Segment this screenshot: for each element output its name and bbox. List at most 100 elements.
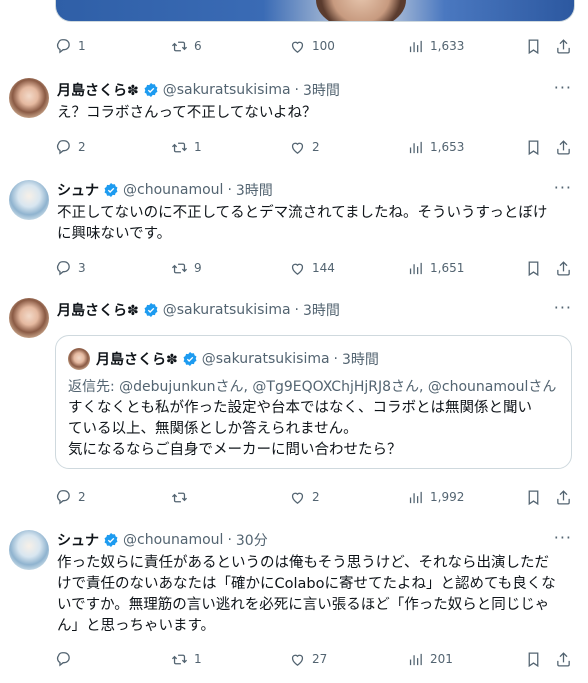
like-count: 144 xyxy=(312,261,335,275)
bookmark-button[interactable] xyxy=(525,137,542,157)
retweet-button[interactable] xyxy=(171,487,194,507)
like-count: 2 xyxy=(312,490,320,504)
share-icon xyxy=(557,651,570,667)
bookmark-button[interactable] xyxy=(525,649,542,669)
separator: · xyxy=(294,82,299,98)
separator: · xyxy=(227,532,232,548)
separator: · xyxy=(227,182,232,198)
like-icon xyxy=(291,263,304,275)
share-button[interactable] xyxy=(555,36,572,56)
bookmark-button[interactable] xyxy=(525,487,542,507)
share-button[interactable] xyxy=(555,487,572,507)
share-button[interactable] xyxy=(555,258,572,278)
bookmark-icon xyxy=(528,260,539,276)
like-icon xyxy=(291,492,304,504)
author-handle[interactable]: @chounamoul xyxy=(123,182,223,198)
views-button[interactable]: 1,992 xyxy=(407,487,464,507)
retweet-count: 1 xyxy=(194,140,202,154)
like-button[interactable]: 144 xyxy=(289,258,335,278)
quoted-tweet[interactable]: 月島さくら✽ @sakuratsukisima · 3時間 返信先: @debu… xyxy=(55,335,572,469)
reply-icon xyxy=(56,260,70,275)
views-icon xyxy=(409,141,422,153)
bookmark-button[interactable] xyxy=(525,36,542,56)
reply-icon xyxy=(56,651,70,666)
avatar[interactable] xyxy=(9,530,49,570)
timestamp[interactable]: 30分 xyxy=(236,530,268,550)
more-options-icon[interactable]: ··· xyxy=(554,298,572,317)
reply-count: 2 xyxy=(78,140,86,154)
tweet-text-line: に興味ないです。 xyxy=(57,226,172,242)
more-options-icon[interactable]: ··· xyxy=(554,78,572,97)
views-button[interactable]: 1,651 xyxy=(407,258,464,278)
verified-badge-icon xyxy=(183,352,197,366)
views-button[interactable]: 201 xyxy=(407,649,453,669)
views-count: 1,992 xyxy=(430,490,465,504)
like-button[interactable]: 100 xyxy=(289,36,335,56)
author-handle[interactable]: @sakuratsukisima xyxy=(163,82,291,98)
author-name[interactable]: シュナ xyxy=(57,180,99,200)
views-button[interactable]: 1,633 xyxy=(407,36,464,56)
avatar[interactable] xyxy=(9,298,49,338)
tweet-text: え？コラボさんって不正してないよね？ xyxy=(57,105,317,121)
timestamp[interactable]: 3時間 xyxy=(303,80,340,100)
avatar[interactable] xyxy=(9,180,49,220)
author-handle[interactable]: @chounamoul xyxy=(123,532,223,548)
tweet-text-line: 不正してないのに不正してるとデマ流されてましたね。そういうすっとぼけ xyxy=(57,205,548,221)
retweet-button[interactable]: 1 xyxy=(171,649,202,669)
reply-button[interactable]: 3 xyxy=(55,258,86,278)
share-button[interactable] xyxy=(555,137,572,157)
tweet-actions: 1 27 201 xyxy=(55,649,575,669)
like-button[interactable]: 27 xyxy=(289,649,327,669)
views-icon xyxy=(409,40,422,52)
timestamp[interactable]: 3時間 xyxy=(303,300,340,320)
views-count: 1,633 xyxy=(430,39,465,53)
author-name[interactable]: シュナ xyxy=(57,530,99,550)
share-icon xyxy=(557,139,570,155)
bookmark-icon xyxy=(528,651,539,667)
separator: · xyxy=(294,302,299,318)
like-count: 2 xyxy=(312,140,320,154)
like-icon xyxy=(291,142,304,154)
reply-count: 1 xyxy=(78,39,86,53)
more-options-icon[interactable]: ··· xyxy=(554,528,572,547)
timestamp[interactable]: 3時間 xyxy=(236,180,273,200)
retweet-button[interactable]: 9 xyxy=(171,258,202,278)
tweet-text: 作った奴らに責任があるというのは俺もそう思うけど、それなら出演しただ けで責任の… xyxy=(57,553,572,637)
views-count: 1,653 xyxy=(430,140,465,154)
retweet-button[interactable]: 6 xyxy=(171,36,202,56)
media-image[interactable] xyxy=(55,0,575,22)
bookmark-button[interactable] xyxy=(525,258,542,278)
like-icon xyxy=(291,654,304,666)
retweet-icon xyxy=(171,41,188,51)
author-name[interactable]: 月島さくら✽ xyxy=(57,80,139,100)
like-count: 100 xyxy=(312,39,335,53)
retweet-button[interactable]: 1 xyxy=(171,137,202,157)
like-button[interactable]: 2 xyxy=(289,137,320,157)
avatar[interactable] xyxy=(9,78,49,118)
author-name[interactable]: 月島さくら✽ xyxy=(57,300,139,320)
more-options-icon[interactable]: ··· xyxy=(554,178,572,197)
tweet-header: シュナ @chounamoul · 3時間 xyxy=(57,180,273,200)
reply-button[interactable]: 1 xyxy=(55,36,86,56)
tweet-text-line: いですか。無理筋の言い逃れを必死に言い張るほど「作った奴らと同じじゃ xyxy=(57,597,550,613)
tweet-text: 不正してないのに不正してるとデマ流されてましたね。そういうすっとぼけ に興味ない… xyxy=(57,203,572,245)
quoted-author-handle: @sakuratsukisima xyxy=(201,351,330,367)
retweet-count: 6 xyxy=(194,39,202,53)
tweet-text-line: ん」と思っちゃいます。 xyxy=(57,618,216,634)
quoted-text-line: ている以上、無関係としか答えられません。 xyxy=(68,421,358,437)
views-button[interactable]: 1,653 xyxy=(407,137,464,157)
reply-button[interactable] xyxy=(55,649,78,669)
media-face xyxy=(316,0,406,21)
reply-icon xyxy=(56,139,70,154)
share-button[interactable] xyxy=(555,649,572,669)
quoted-text-line: 気になるならご自身でメーカーに問い合わせたら？ xyxy=(68,442,402,458)
verified-badge-icon xyxy=(144,303,158,317)
author-handle[interactable]: @sakuratsukisima xyxy=(163,302,291,318)
like-button[interactable]: 2 xyxy=(289,487,320,507)
bookmark-icon xyxy=(528,38,539,54)
reply-button[interactable]: 2 xyxy=(55,137,86,157)
reply-mentions: @debujunkunさん, @Tg9EQOXChjHjRJ8さん, @chou… xyxy=(119,379,557,395)
verified-badge-icon xyxy=(104,183,118,197)
reply-icon xyxy=(56,489,70,504)
reply-button[interactable]: 2 xyxy=(55,487,86,507)
